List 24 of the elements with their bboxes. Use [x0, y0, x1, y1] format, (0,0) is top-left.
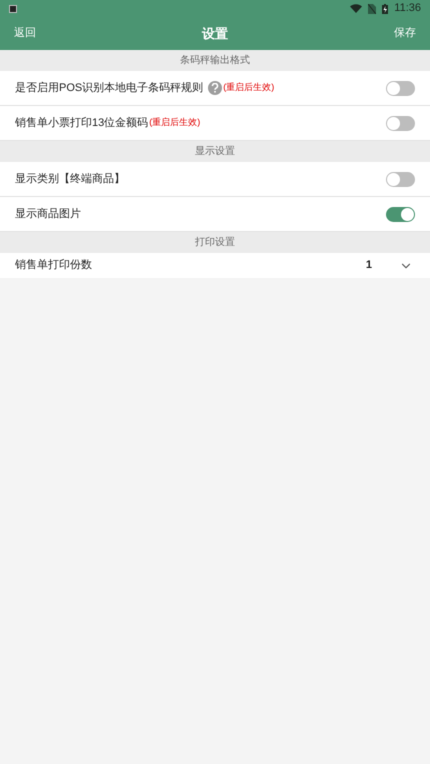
setting-label: 是否启用POS识别本地电子条码秤规则	[15, 80, 204, 96]
section-header: 显示设置	[0, 141, 430, 162]
setting-label: 销售单打印份数	[15, 258, 92, 274]
setting-label: 显示商品图片	[15, 206, 81, 222]
status-time: 11:36	[394, 1, 421, 16]
toggle-switch[interactable]	[386, 116, 415, 130]
toggle-switch[interactable]	[386, 206, 415, 222]
app-notification-icon	[9, 4, 17, 12]
back-button[interactable]: 返回	[14, 25, 36, 42]
copies-value[interactable]: 1	[366, 257, 372, 274]
page-title: 设置	[202, 24, 228, 43]
section-header: 条码秤输出格式	[0, 50, 430, 71]
toggle-switch[interactable]	[386, 80, 415, 96]
help-icon[interactable]	[208, 81, 222, 95]
setting-label: 销售单小票打印13位金额码	[15, 116, 148, 131]
no-sim-icon	[368, 4, 376, 14]
setting-label: 显示类别【终端商品】	[15, 172, 125, 187]
restart-note: (重启后生效)	[149, 116, 200, 130]
save-button[interactable]: 保存	[394, 25, 416, 42]
wifi-icon	[350, 4, 362, 13]
toggle-switch[interactable]	[386, 172, 415, 186]
restart-note: (重启后生效)	[223, 81, 274, 94]
section-header: 打印设置	[0, 232, 430, 253]
battery-charging-icon	[382, 4, 388, 14]
